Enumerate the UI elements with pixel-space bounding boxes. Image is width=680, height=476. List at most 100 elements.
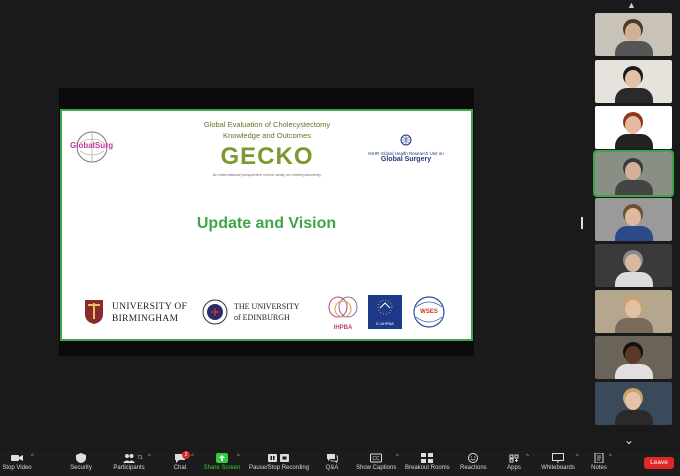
- edinburgh-logo-text: THE UNIVERSITY of EDINBURGH: [234, 301, 300, 323]
- participant-video-tile[interactable]: [595, 382, 672, 425]
- apps-button[interactable]: Apps: [506, 453, 522, 476]
- share-options-caret[interactable]: ^: [237, 454, 240, 460]
- participant-video-tile[interactable]: [595, 244, 672, 287]
- apps-icon: [509, 454, 519, 463]
- participant-face: [625, 23, 641, 41]
- uoe-line-2: of EDINBURGH: [234, 313, 290, 322]
- whiteboards-button[interactable]: Whiteboards: [540, 453, 576, 476]
- apps-label: Apps: [507, 465, 521, 471]
- svg-text:CC: CC: [372, 456, 380, 462]
- stop-video-button[interactable]: Stop Video: [2, 453, 32, 476]
- participant-video-tile[interactable]: [595, 336, 672, 379]
- globalsurg-logo: GlobalSurg: [70, 129, 118, 165]
- share-screen-label: Share Screen: [203, 465, 241, 471]
- recording-label: Pause/Stop Recording: [249, 465, 310, 471]
- participant-body: [615, 410, 653, 425]
- participant-body: [615, 318, 653, 333]
- wses-logo: WSES: [412, 295, 446, 331]
- breakout-rooms-button[interactable]: Breakout Rooms: [405, 453, 450, 476]
- participant-face: [625, 208, 641, 226]
- participant-video-tile[interactable]: [595, 13, 672, 56]
- participant-body: [615, 134, 653, 149]
- wses-text: WSES: [420, 309, 438, 315]
- participant-face: [625, 300, 641, 318]
- breakout-rooms-icon: [421, 453, 433, 463]
- captions-options-caret[interactable]: ^: [396, 454, 399, 460]
- nihr-logo: NIHR Global Health Research Unit on Glob…: [361, 133, 451, 163]
- reactions-label: Reactions: [460, 465, 487, 471]
- security-label: Security: [70, 465, 92, 471]
- participant-face: [625, 70, 641, 88]
- qa-button[interactable]: Q&A: [322, 453, 342, 476]
- participant-video-tile[interactable]: [595, 290, 672, 333]
- show-captions-button[interactable]: CC Show Captions: [356, 453, 396, 476]
- participant-video-tile[interactable]: [593, 150, 674, 197]
- eahpba-text: E-AHPBA: [376, 321, 394, 326]
- chat-options-caret[interactable]: ^: [191, 454, 194, 460]
- nihr-big-text: Global Surgery: [380, 156, 432, 163]
- stop-video-label: Stop Video: [2, 465, 32, 471]
- captions-icon: CC: [370, 453, 382, 463]
- participants-options-caret[interactable]: ^: [148, 454, 151, 460]
- chat-unread-badge: 2: [182, 451, 190, 459]
- presentation-slide: GlobalSurg Global Evaluation of Cholecys…: [60, 109, 473, 341]
- birmingham-logo-text: UNIVERSITY OF BIRMINGHAM: [112, 301, 187, 325]
- gecko-tagline: An international prospective cohort stud…: [212, 172, 322, 177]
- participant-video-tile[interactable]: [595, 60, 672, 103]
- meeting-toolbar: Stop Video ^ Security Participants 71 ^ …: [0, 451, 680, 476]
- smiley-icon: [468, 453, 478, 463]
- edinburgh-crest-icon: [202, 299, 228, 325]
- participant-video-tile[interactable]: [595, 198, 672, 241]
- uob-line-2: BIRMINGHAM: [112, 314, 179, 324]
- pause-stop-recording-button[interactable]: Pause/Stop Recording: [249, 453, 309, 476]
- participant-body: [615, 41, 653, 56]
- notes-button[interactable]: Notes: [590, 453, 608, 476]
- breakout-rooms-label: Breakout Rooms: [405, 465, 450, 471]
- people-icon: [123, 454, 135, 463]
- globe-icon: [400, 134, 412, 146]
- notes-icon: [594, 453, 604, 463]
- captions-label: Show Captions: [356, 465, 397, 471]
- chevron-down-icon[interactable]: ⌄: [624, 433, 634, 447]
- participant-body: [615, 272, 653, 287]
- leave-button[interactable]: Leave: [644, 457, 674, 469]
- video-camera-icon: [11, 455, 23, 461]
- whiteboard-icon: [552, 453, 564, 463]
- participant-body: [615, 226, 653, 241]
- slide-title: Update and Vision: [196, 215, 337, 232]
- uob-line-1: UNIVERSITY OF: [112, 302, 188, 312]
- participant-body: [615, 180, 653, 195]
- reactions-button[interactable]: Reactions: [460, 453, 487, 476]
- pause-stop-icon: [268, 454, 289, 462]
- birmingham-crest-icon: [85, 300, 103, 324]
- share-screen-button[interactable]: Share Screen: [203, 453, 241, 476]
- scroll-up-icon[interactable]: ▲: [627, 0, 636, 10]
- whiteboards-options-caret[interactable]: ^: [576, 454, 579, 460]
- notes-options-caret[interactable]: ^: [609, 454, 612, 460]
- panel-resize-handle[interactable]: [581, 217, 583, 229]
- participant-face: [625, 254, 641, 272]
- eahpba-logo: E-AHPBA: [368, 295, 402, 329]
- qa-label: Q&A: [325, 465, 339, 471]
- participants-label: Participants: [113, 465, 145, 471]
- globalsurg-text: GlobalSurg: [70, 141, 114, 150]
- notes-label: Notes: [591, 465, 607, 471]
- participant-face: [625, 162, 641, 180]
- ihpba-text: IHPBA: [333, 325, 353, 331]
- zoom-meeting-window: ▲ GlobalSurg Global Evaluation of Cholec…: [0, 0, 680, 476]
- partner-logos: UNIVERSITY OF BIRMINGHAM THE UNIVERSITY …: [76, 295, 456, 331]
- participant-body: [615, 364, 653, 379]
- chat-button[interactable]: 2 Chat: [170, 451, 190, 476]
- apps-options-caret[interactable]: ^: [526, 454, 529, 460]
- participant-video-tile[interactable]: [595, 106, 672, 149]
- uoe-line-1: THE UNIVERSITY: [234, 302, 300, 311]
- share-screen-icon: [216, 453, 228, 463]
- gecko-logo: GECKO: [220, 143, 314, 170]
- header-line-2: Knowledge and Outcomes: [223, 131, 311, 140]
- participant-face: [625, 392, 641, 410]
- video-options-caret[interactable]: ^: [31, 454, 34, 460]
- participant-face: [625, 346, 641, 364]
- header-line-1: Global Evaluation of Cholecystectomy: [203, 120, 331, 129]
- security-button[interactable]: Security: [68, 453, 94, 476]
- shield-icon: [76, 453, 86, 463]
